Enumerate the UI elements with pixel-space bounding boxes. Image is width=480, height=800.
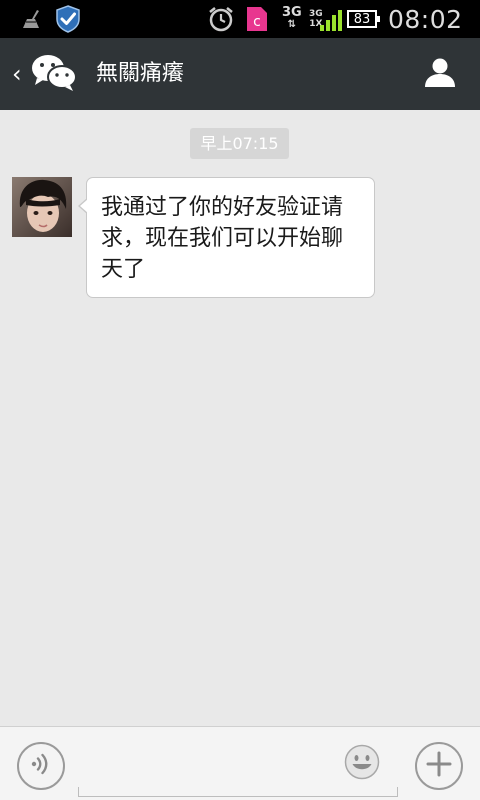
avatar[interactable] bbox=[12, 177, 72, 237]
message-bubble[interactable]: 我通过了你的好友验证请求，现在我们可以开始聊天了 bbox=[78, 177, 375, 298]
more-button[interactable] bbox=[415, 742, 463, 790]
alarm-icon bbox=[207, 0, 235, 38]
message-input-underline bbox=[78, 787, 398, 797]
app-c-icon: c bbox=[246, 0, 268, 38]
input-bar bbox=[0, 726, 480, 800]
shield-icon bbox=[55, 0, 81, 38]
battery-icon: 83 bbox=[347, 0, 380, 38]
voice-button[interactable] bbox=[17, 742, 65, 790]
chat-area[interactable]: 早上07:15 我通过了你的好友验证请求，现在我们可以开始聊天了 bbox=[0, 110, 480, 726]
status-bar: c 3G ⇅ 3G 1X 83 08:02 bbox=[0, 0, 480, 38]
wechat-logo-icon bbox=[30, 52, 78, 96]
signal-icon bbox=[320, 0, 344, 38]
clean-icon bbox=[20, 0, 42, 38]
status-clock: 08:02 bbox=[388, 4, 463, 34]
profile-button[interactable] bbox=[422, 56, 458, 92]
voice-icon bbox=[27, 750, 55, 782]
message-timestamp: 早上07:15 bbox=[190, 128, 289, 159]
back-chevron-icon: ‹ bbox=[12, 60, 22, 88]
profile-icon bbox=[424, 56, 456, 92]
back-button[interactable]: ‹ bbox=[0, 38, 92, 110]
battery-level: 83 bbox=[347, 10, 380, 28]
chat-title: 無關痛癢 bbox=[96, 61, 185, 86]
network-3g-indicator: 3G ⇅ bbox=[282, 5, 302, 30]
message-text: 我通过了你的好友验证请求，现在我们可以开始聊天了 bbox=[101, 195, 344, 282]
emoji-icon bbox=[344, 744, 380, 784]
svg-text:c: c bbox=[253, 14, 261, 30]
plus-icon bbox=[425, 750, 453, 782]
title-bar: ‹ 無關痛癢 bbox=[0, 38, 480, 110]
emoji-button[interactable] bbox=[343, 744, 381, 784]
